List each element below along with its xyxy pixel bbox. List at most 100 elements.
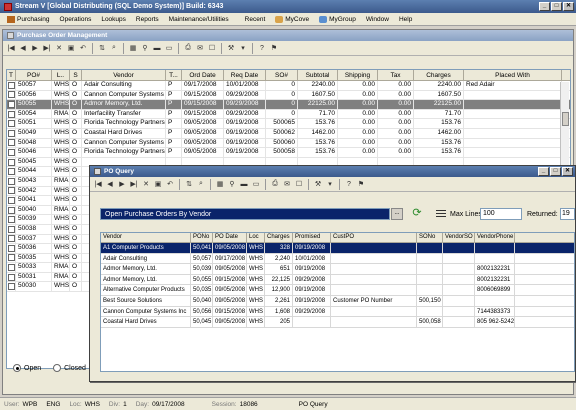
row-checkbox-cell[interactable] — [7, 148, 16, 157]
row-checkbox[interactable] — [7, 91, 15, 99]
last-record-icon[interactable]: ▶| — [129, 179, 139, 189]
column-header[interactable]: Loc — [247, 233, 265, 242]
column-header[interactable]: Charges — [414, 70, 464, 80]
minimize-button[interactable]: _ — [539, 2, 550, 11]
save-icon[interactable]: ▣ — [153, 179, 163, 189]
pq-minimize-button[interactable]: _ — [538, 167, 549, 176]
print-icon[interactable]: ⎙ — [183, 43, 193, 53]
row-checkbox-cell[interactable] — [7, 186, 16, 196]
maximize-button[interactable]: □ — [551, 2, 562, 11]
menu-reports[interactable]: Reports — [131, 16, 164, 23]
column-header[interactable]: T — [7, 70, 16, 80]
column-header[interactable]: T... — [166, 70, 182, 80]
column-header[interactable]: VendorSO — [443, 233, 475, 242]
column-header[interactable]: SONo — [417, 233, 443, 242]
print-icon[interactable]: ⎙ — [270, 179, 280, 189]
row-checkbox-cell[interactable] — [7, 138, 16, 148]
row-checkbox[interactable] — [7, 81, 15, 89]
search-icon[interactable]: ⚲ — [227, 179, 237, 189]
grid-icon[interactable]: ▦ — [215, 179, 225, 189]
menu-maintenance[interactable]: Maintenance/Utilities — [164, 16, 234, 23]
query-browse-button[interactable]: ... — [391, 208, 403, 220]
row-checkbox[interactable] — [7, 100, 15, 108]
save-icon[interactable]: ▣ — [66, 43, 76, 53]
menu-mycove[interactable]: MyCove — [270, 15, 314, 23]
bookmark-icon[interactable]: ⚑ — [269, 43, 279, 53]
binoculars-icon[interactable]: ⌕ — [109, 43, 119, 53]
row-checkbox-cell[interactable] — [7, 196, 16, 205]
menu-window[interactable]: Window — [361, 16, 394, 23]
menu-mygroup[interactable]: MyGroup — [314, 15, 361, 23]
next-record-icon[interactable]: ▶ — [117, 179, 127, 189]
column-header[interactable]: Ord Date — [182, 70, 224, 80]
column-header[interactable]: PO Date — [213, 233, 247, 242]
table-row[interactable]: 50055 WHS O Admor Memory, Ltd. P 09/15/2008 09… — [7, 100, 570, 110]
dropdown-icon[interactable]: ▾ — [325, 179, 335, 189]
pq-close-button[interactable]: ✕ — [562, 167, 573, 176]
row-checkbox-cell[interactable] — [7, 253, 16, 263]
image-icon[interactable]: ▬ — [239, 179, 249, 189]
row-checkbox-cell[interactable] — [7, 244, 16, 253]
column-header[interactable]: PO# — [16, 70, 52, 80]
row-checkbox[interactable] — [7, 235, 15, 243]
email-icon[interactable]: ✉ — [195, 43, 205, 53]
column-header[interactable]: SO# — [266, 70, 298, 80]
column-header[interactable]: Tax — [378, 70, 414, 80]
table-row[interactable]: Coastal Hard Drives 50,045 09/05/2008 WHS 20… — [101, 317, 574, 328]
radio-closed-indicator[interactable] — [53, 364, 62, 372]
row-checkbox[interactable] — [7, 129, 15, 137]
row-checkbox-cell[interactable] — [7, 224, 16, 234]
row-checkbox[interactable] — [7, 139, 15, 147]
tools-icon[interactable]: ⚒ — [226, 43, 236, 53]
row-checkbox-cell[interactable] — [7, 263, 16, 272]
menu-recent[interactable]: Recent — [240, 16, 271, 23]
table-row[interactable]: Best Source Solutions 50,040 09/05/2008 WHS… — [101, 295, 574, 307]
row-checkbox-cell[interactable] — [7, 215, 16, 224]
column-header[interactable]: VendorPhone — [475, 233, 515, 242]
row-checkbox-cell[interactable] — [7, 81, 16, 90]
row-checkbox[interactable] — [7, 225, 15, 233]
refresh-icon[interactable]: ⟳ — [410, 207, 424, 221]
bookmark-icon[interactable]: ⚑ — [356, 179, 366, 189]
table-row[interactable]: 50048 WHS O Cannon Computer Systems P 09/05/2… — [7, 138, 570, 149]
row-checkbox[interactable] — [7, 273, 15, 281]
fax-icon[interactable]: ☐ — [207, 43, 217, 53]
column-header[interactable]: Promised — [293, 233, 331, 242]
column-header[interactable]: Subtotal — [298, 70, 338, 80]
menu-operations[interactable]: Operations — [55, 16, 97, 23]
close-button[interactable]: ✕ — [563, 2, 574, 11]
column-header[interactable]: Vendor — [101, 233, 191, 242]
undo-icon[interactable]: ↶ — [165, 179, 175, 189]
row-checkbox[interactable] — [7, 110, 15, 118]
help-icon[interactable]: ? — [344, 179, 354, 189]
table-row[interactable]: Alternative Computer Products 50,035 09/05… — [101, 285, 574, 296]
table-row[interactable]: 50051 WHS O Florida Technology Partners P 09/… — [7, 119, 570, 129]
column-header[interactable]: Placed With — [464, 70, 562, 80]
row-checkbox-cell[interactable] — [7, 119, 16, 128]
row-checkbox-cell[interactable] — [7, 100, 16, 109]
column-header[interactable]: CustPO — [331, 233, 417, 242]
row-checkbox-cell[interactable] — [7, 234, 16, 244]
row-checkbox[interactable] — [7, 283, 15, 291]
row-checkbox[interactable] — [7, 206, 15, 214]
table-row[interactable]: Admor Memory, Ltd. 50,055 09/15/2008 WHS 22,… — [101, 274, 574, 286]
undo-icon[interactable]: ↶ — [78, 43, 88, 53]
row-checkbox[interactable] — [7, 254, 15, 262]
folder-icon[interactable]: ▭ — [164, 43, 174, 53]
last-record-icon[interactable]: ▶| — [42, 43, 52, 53]
column-header[interactable]: Vendor — [82, 70, 166, 80]
row-checkbox[interactable] — [7, 120, 15, 128]
scroll-thumb[interactable] — [562, 112, 569, 126]
row-checkbox-cell[interactable] — [7, 282, 16, 292]
row-checkbox-cell[interactable] — [7, 272, 16, 282]
binoculars-icon[interactable]: ⌕ — [196, 179, 206, 189]
column-header[interactable]: Req Date — [224, 70, 266, 80]
table-row[interactable]: 50057 WHS O Adair Consulting P 09/17/2008 10/0… — [7, 81, 570, 91]
row-checkbox[interactable] — [7, 216, 15, 224]
first-record-icon[interactable]: |◀ — [93, 179, 103, 189]
menu-lookups[interactable]: Lookups — [96, 16, 131, 23]
max-lines-input[interactable]: 100 — [480, 208, 522, 220]
list-icon[interactable] — [436, 209, 446, 219]
table-row[interactable]: 50049 WHS O Coastal Hard Drives P 09/05/2008 0… — [7, 128, 570, 139]
menu-help[interactable]: Help — [394, 16, 417, 23]
